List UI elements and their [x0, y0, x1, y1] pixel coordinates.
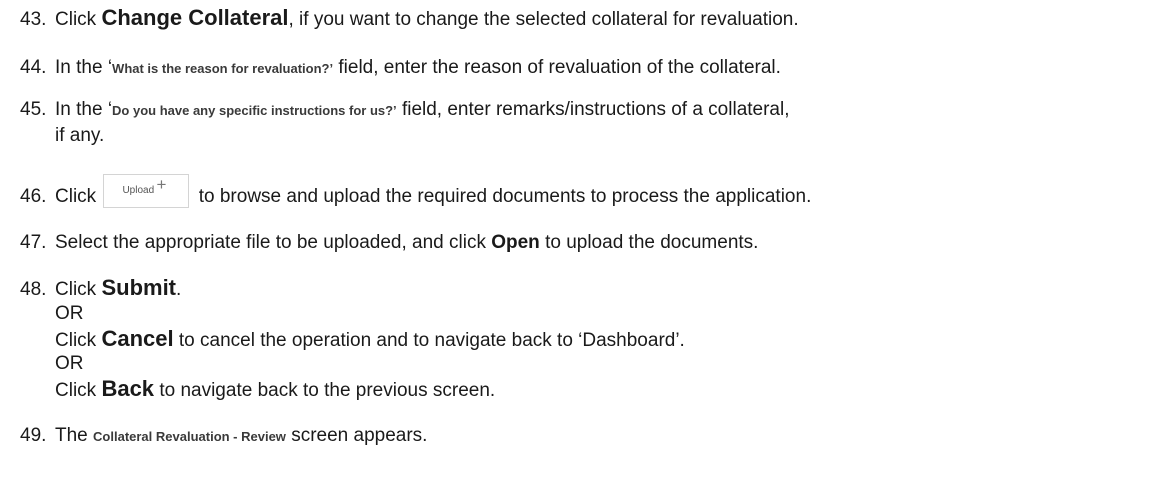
step-43: 43. Click Change Collateral, if you want … — [20, 6, 799, 32]
step-text: Click — [55, 186, 97, 208]
step-45-continuation: if any. — [55, 125, 105, 146]
step-text: The — [55, 425, 94, 446]
or-separator: OR — [55, 303, 84, 324]
screen-name: Collateral Revaluation - Review — [93, 429, 286, 444]
step-number: 44. — [20, 57, 47, 78]
step-number: 48. — [20, 279, 47, 300]
step-number: 45. — [20, 99, 47, 120]
step-text: . — [176, 279, 182, 300]
step-44: 44. In the ‘What is the reason for revalu… — [20, 56, 781, 81]
step-text: In the ‘ — [55, 99, 113, 120]
step-number: 43. — [20, 9, 47, 30]
step-text: Select the appropriate file to be upload… — [55, 232, 492, 253]
or-separator: OR — [55, 353, 84, 374]
step-47: 47. Select the appropriate file to be upl… — [20, 231, 758, 255]
step-text: Click — [55, 279, 102, 300]
step-46: 46. Click Upload + to browse and upload th… — [20, 174, 812, 214]
back-instruction: Click Back to navigate back to the previ… — [55, 377, 495, 403]
open-label: Open — [491, 232, 540, 253]
step-text: screen appears. — [285, 425, 428, 446]
step-text: field, enter remarks/instructions of a c… — [396, 99, 790, 120]
change-collateral-label: Change Collateral — [101, 5, 289, 30]
step-text: Click — [55, 380, 102, 401]
upload-button[interactable]: Upload + — [103, 174, 190, 208]
step-text: to navigate back to the previous screen. — [154, 380, 496, 401]
step-text: to upload the documents. — [539, 232, 759, 253]
step-number: 47. — [20, 232, 47, 253]
step-49: 49. The Collateral Revaluation - Review s… — [20, 424, 427, 449]
step-number: 49. — [20, 425, 47, 446]
step-text: In the ‘ — [55, 57, 113, 78]
field-name: Do you have any specific instructions fo… — [112, 103, 397, 118]
plus-icon: + — [156, 175, 167, 194]
field-name: What is the reason for revaluation?’ — [112, 61, 334, 76]
step-text: Click — [55, 9, 102, 30]
step-text: field, enter the reason of revaluation o… — [333, 57, 781, 78]
step-text: to browse and upload the required docume… — [198, 186, 812, 208]
step-text: Click — [55, 330, 102, 351]
upload-button-label: Upload — [122, 185, 155, 196]
submit-label: Submit — [101, 275, 177, 300]
cancel-label: Cancel — [101, 326, 174, 351]
cancel-instruction: Click Cancel to cancel the operation and… — [55, 327, 685, 353]
step-text: , if you want to change the selected col… — [288, 9, 799, 30]
step-45: 45. In the ‘Do you have any specific inst… — [20, 98, 790, 123]
step-number: 46. — [20, 186, 47, 208]
step-text: to cancel the operation and to navigate … — [173, 330, 685, 351]
step-48: 48. Click Submit. — [20, 276, 181, 302]
back-label: Back — [101, 376, 155, 401]
